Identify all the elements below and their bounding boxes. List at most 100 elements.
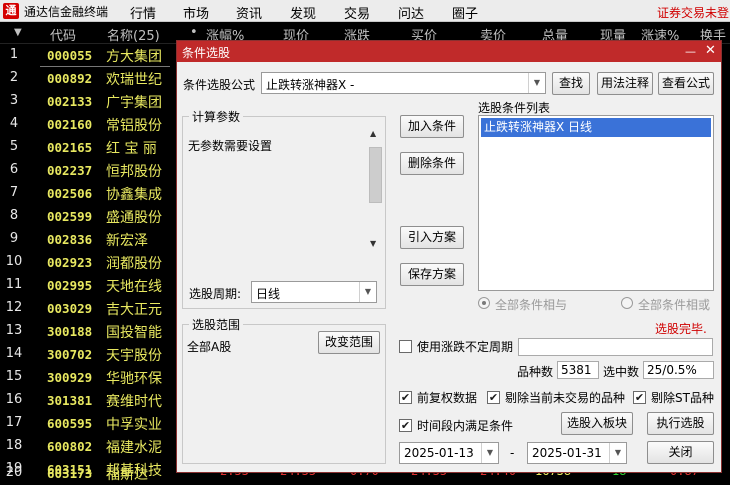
formula-label: 条件选股公式 [183,78,256,92]
row-number: 3 [9,93,19,108]
row-number: 15 [5,369,23,384]
stock-name: 天宇股份 [106,348,162,364]
chevron-down-icon: ▼ [528,73,545,93]
table-row[interactable]: 11 002995 天地在线 [0,274,180,297]
row-number: 5 [9,139,19,154]
use-period-checkbox[interactable] [399,340,412,353]
use-period-label: 使用涨跌不定周期 [417,340,514,354]
table-row[interactable]: 16 301381 赛维时代 [0,389,180,412]
add-to-board-button[interactable]: 选股入板块 [561,412,633,435]
trade-login-notice[interactable]: 证券交易未登 [657,4,729,21]
condition-list[interactable]: 止跌转涨神器X 日线 [478,115,714,291]
stock-name: 常铝股份 [106,118,162,134]
table-row[interactable]: 15 300929 华驰环保 [0,366,180,389]
close-button[interactable]: 关闭 [647,441,714,464]
stock-name: 润都股份 [106,256,162,272]
stock-name: 华驰环保 [106,371,162,387]
stock-name: 方大集团 [106,49,162,65]
table-row[interactable]: 4 002160 常铝股份 [0,113,180,136]
stock-code: 300929 [47,370,93,385]
save-plan-button[interactable]: 保存方案 [400,263,464,286]
menu-wenda[interactable]: 问达 [398,3,424,22]
formula-select[interactable]: 止跌转涨神器X - ▼ [261,72,546,94]
menu-news[interactable]: 资讯 [236,3,262,22]
menu-discover[interactable]: 发现 [290,3,316,22]
col-name[interactable]: 名称(25) [107,25,160,44]
col-code[interactable]: 代码 [50,25,76,44]
period-input[interactable] [518,338,713,356]
timespan-label: 时间段内满足条件 [417,419,514,433]
sort-arrow-icon[interactable]: ▼ [14,27,22,38]
radio-and[interactable] [478,297,490,309]
period-select[interactable]: 日线 ▼ [251,281,377,303]
timespan-checkbox[interactable]: ✔ [399,419,412,432]
date-from-picker[interactable]: 2025-01-13 ▼ [399,442,499,464]
usage-notes-button[interactable]: 用法注释 [597,72,653,95]
table-row[interactable]: 17 600595 中孚实业 [0,412,180,435]
menu-market[interactable]: 市场 [183,3,209,22]
exclude-untraded-checkbox[interactable]: ✔ [487,391,500,404]
radio-and-label: 全部条件相与 [495,298,568,312]
stock-code: 600595 [47,416,93,431]
table-row[interactable]: 14 300702 天宇股份 [0,343,180,366]
stock-code: 603173 [47,466,93,481]
stock-name: 国投智能 [106,325,162,341]
stock-name: 新宏泽 [106,233,148,249]
table-row[interactable]: 12 003029 吉大正元 [0,297,180,320]
view-formula-button[interactable]: 查看公式 [658,72,714,95]
close-icon[interactable]: ✕ [705,43,716,58]
table-row[interactable]: 18 600802 福建水泥 [0,435,180,458]
selected-label: 选中数 [603,365,640,379]
minimize-icon[interactable]: — [685,45,696,58]
table-row[interactable]: 10 002923 润都股份 [0,251,180,274]
params-group: 计算参数 无参数需要设置 ▲ ▼ 选股周期: 日线 ▼ [182,108,386,309]
adj-data-checkbox[interactable]: ✔ [399,391,412,404]
date-to-picker[interactable]: 2025-01-31 ▼ [527,442,627,464]
stock-name: 中孚实业 [106,417,162,433]
table-row[interactable]: 2 000892 欢瑞世纪 [0,67,180,90]
table-row[interactable]: 13 300188 国投智能 [0,320,180,343]
delete-condition-button[interactable]: 删除条件 [400,152,464,175]
stock-name: 福斯达 [106,467,148,483]
chevron-down-icon: ▼ [609,443,626,463]
range-group-title: 选股范围 [189,316,244,333]
table-row[interactable]: 8 002599 盛通股份 [0,205,180,228]
menu-trade[interactable]: 交易 [344,3,370,22]
scroll-up-icon[interactable]: ▲ [370,129,376,138]
app-logo-icon: 通 [3,3,19,19]
exclude-st-label: 剔除ST品种 [651,391,714,405]
import-plan-button[interactable]: 引入方案 [400,226,464,249]
stock-code: 301381 [47,393,93,408]
menu-circle[interactable]: 圈子 [452,3,478,22]
row-number: 14 [5,346,23,361]
stock-code: 600802 [47,439,93,454]
row-number: 8 [9,208,19,223]
table-row[interactable]: 3 002133 广宇集团 [0,90,180,113]
exclude-st-checkbox[interactable]: ✔ [633,391,646,404]
stock-code: 000055 [47,48,93,63]
table-row[interactable]: 5 002165 红 宝 丽 [0,136,180,159]
find-button[interactable]: 查找 [552,72,590,95]
change-range-button[interactable]: 改变范围 [318,331,380,354]
table-row[interactable]: 7 002506 协鑫集成 [0,182,180,205]
scroll-down-icon[interactable]: ▼ [370,239,376,248]
row-number: 9 [9,231,19,246]
list-item[interactable]: 止跌转涨神器X 日线 [481,118,711,137]
table-row[interactable]: 1 000055 方大集团 [0,44,180,67]
period-value: 日线 [256,287,281,301]
radio-or[interactable] [621,297,633,309]
table-row[interactable]: 6 002237 恒邦股份 [0,159,180,182]
row-number: 20 [5,465,23,480]
params-group-title: 计算参数 [189,108,244,125]
add-condition-button[interactable]: 加入条件 [400,115,464,138]
range-group: 选股范围 全部A股 改变范围 [182,316,386,464]
params-scrollbar[interactable]: ▲ ▼ [368,127,383,251]
run-screener-button[interactable]: 执行选股 [647,412,714,435]
period-label: 选股周期: [189,287,242,301]
row-number: 17 [5,415,23,430]
table-row[interactable]: 9 002836 新宏泽 [0,228,180,251]
menu-quotes[interactable]: 行情 [130,3,156,22]
scrollbar-thumb[interactable] [369,147,382,203]
date-separator: - [510,446,515,460]
dialog-titlebar[interactable]: 条件选股 — ✕ [177,41,721,62]
